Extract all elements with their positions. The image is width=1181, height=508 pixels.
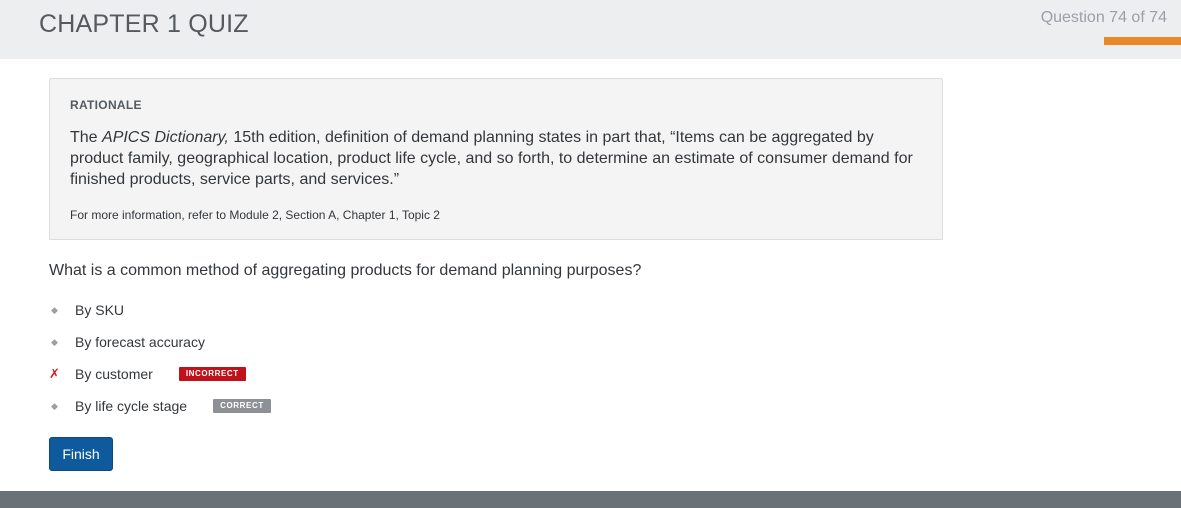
answer-option-label: By SKU — [75, 302, 125, 318]
diamond-bullet-icon: ◆ — [51, 400, 58, 411]
answer-option-label: By forecast accuracy — [75, 334, 205, 350]
rationale-text: The APICS Dictionary, 15th edition, defi… — [70, 127, 930, 190]
incorrect-badge: INCORRECT — [178, 367, 246, 381]
question-counter-suffix: of 74 — [1126, 9, 1167, 26]
answer-option[interactable]: ◆ By forecast accuracy — [49, 332, 205, 352]
answer-option-selected[interactable]: ✗ By customer INCORRECT — [49, 364, 246, 384]
question-counter: Question 74 of 74 — [1041, 9, 1167, 27]
answer-option-correct[interactable]: ◆ By life cycle stage CORRECT — [49, 396, 271, 416]
rationale-reference: For more information, refer to Module 2,… — [70, 208, 440, 222]
correct-badge: CORRECT — [213, 399, 271, 413]
question-counter-prefix: Question — [1040, 9, 1110, 26]
diamond-bullet-icon: ◆ — [51, 304, 58, 315]
incorrect-x-icon: ✗ — [49, 366, 60, 381]
rationale-text-start: The — [70, 129, 103, 146]
progress-bar — [1104, 37, 1181, 45]
rationale-source-title: APICS Dictionary, — [102, 129, 229, 146]
rationale-heading: RATIONALE — [70, 98, 142, 112]
diamond-bullet-icon: ◆ — [51, 336, 58, 347]
answer-option-label: By life cycle stage — [75, 398, 188, 414]
answer-option-label: By customer — [75, 366, 153, 382]
question-counter-current: 74 — [1109, 9, 1127, 26]
quiz-header: CHAPTER 1 QUIZ Question 74 of 74 — [0, 0, 1181, 59]
footer-bar — [0, 491, 1181, 508]
rationale-panel: RATIONALE The APICS Dictionary, 15th edi… — [49, 78, 943, 240]
quiz-title: CHAPTER 1 QUIZ — [39, 10, 249, 38]
question-text: What is a common method of aggregating p… — [49, 262, 642, 279]
answer-option[interactable]: ◆ By SKU — [49, 300, 124, 320]
finish-button[interactable]: Finish — [49, 437, 113, 471]
